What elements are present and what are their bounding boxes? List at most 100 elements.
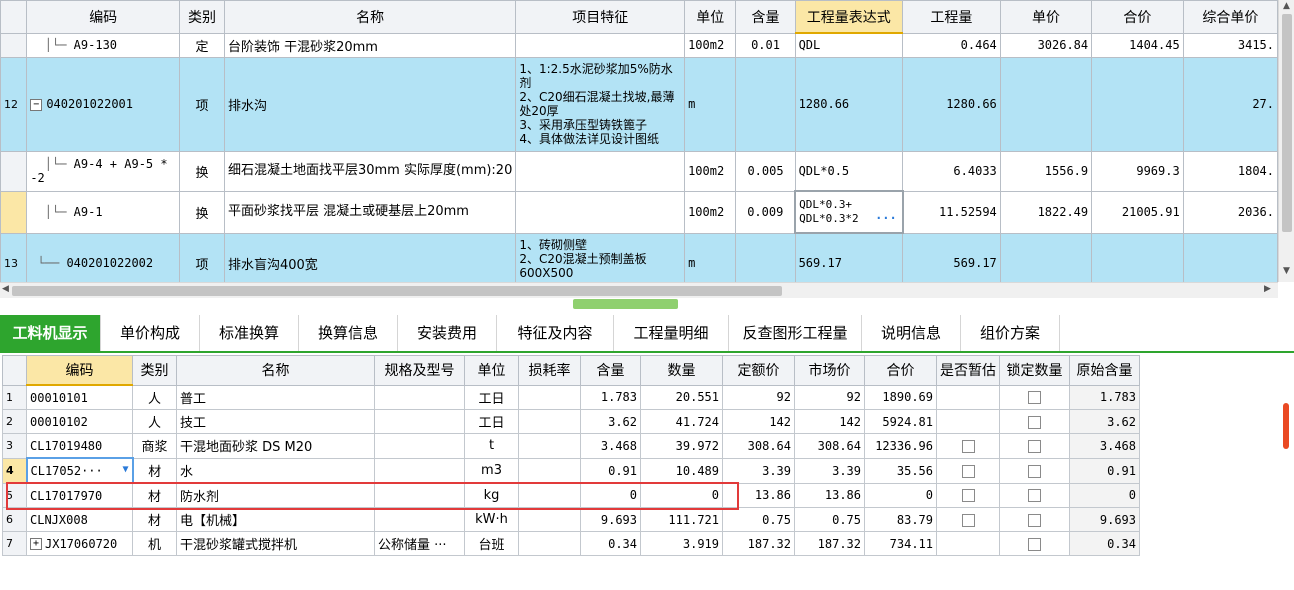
loss-cell[interactable] — [518, 433, 581, 459]
col-header-price[interactable]: 单价 — [999, 0, 1093, 34]
feature-cell[interactable] — [515, 190, 686, 234]
base-price-cell[interactable]: 0.75 — [722, 507, 795, 532]
lock-checkbox[interactable] — [1028, 537, 1041, 551]
amount-cell[interactable]: 6.4033 — [902, 150, 1001, 192]
lock-cell[interactable] — [999, 457, 1070, 484]
table-row[interactable]: │└─ A9-4 + A9-5 * -2 换 细石混凝土地面找平层30mm 实际… — [0, 150, 1278, 192]
type-cell[interactable]: 商浆 — [132, 433, 177, 459]
count-cell[interactable]: 41.724 — [640, 409, 723, 434]
qty-cell[interactable]: 0.005 — [735, 150, 796, 192]
horizontal-scrollbar[interactable]: ◀ ▶ — [0, 282, 1278, 298]
col-header-estimate[interactable]: 是否暂估 — [936, 355, 1000, 386]
expr-cell[interactable]: 569.17 — [794, 232, 904, 282]
total-cell[interactable] — [1091, 56, 1184, 152]
collapse-icon[interactable]: − — [30, 98, 43, 111]
col-header-name[interactable]: 名称 — [223, 0, 517, 34]
tab-quantity-details[interactable]: 工程量明细 — [614, 315, 729, 351]
tab-pricing-scheme[interactable]: 组价方案 — [961, 315, 1060, 351]
unit-cell[interactable]: 工日 — [464, 384, 519, 410]
name-cell[interactable]: 排水盲沟400宽 — [223, 232, 517, 282]
qty-cell[interactable]: 0.01 — [735, 32, 796, 58]
name-cell[interactable]: 干混砂浆罐式搅拌机 — [176, 531, 375, 556]
lock-checkbox[interactable] — [1028, 391, 1041, 405]
code-cell[interactable]: │└─ A9-1 — [26, 190, 181, 234]
total-cell[interactable]: 1890.69 — [864, 384, 937, 410]
unit-cell[interactable]: 100m2 — [684, 150, 737, 192]
base-price-cell[interactable]: 92 — [722, 384, 795, 410]
type-cell[interactable]: 机 — [132, 531, 177, 556]
total-cell[interactable]: 83.79 — [864, 507, 937, 532]
expr-cell[interactable]: QDL*0.5 — [794, 150, 904, 192]
count-cell[interactable]: 0 — [640, 482, 723, 508]
col-header-spec[interactable]: 规格及型号 — [374, 355, 465, 386]
col-header-amount[interactable]: 工程量 — [902, 0, 1001, 34]
col-header-code[interactable]: 编码 — [26, 0, 181, 34]
base-price-cell[interactable]: 142 — [722, 409, 795, 434]
code-cell[interactable]: 00010101 — [26, 384, 133, 410]
type-cell[interactable]: 人 — [132, 409, 177, 434]
market-price-cell[interactable]: 3.39 — [794, 457, 865, 484]
name-cell[interactable]: 防水剂 — [176, 482, 375, 508]
count-cell[interactable]: 10.489 — [640, 457, 723, 484]
unit-cell[interactable]: 100m2 — [684, 190, 737, 234]
scroll-up-icon[interactable]: ▲ — [1283, 1, 1290, 11]
market-price-cell[interactable]: 13.86 — [794, 482, 865, 508]
col-header-lock[interactable]: 锁定数量 — [999, 355, 1070, 386]
estimate-cell[interactable] — [936, 482, 1000, 508]
spec-cell[interactable] — [374, 409, 465, 434]
col-header-name[interactable]: 名称 — [176, 355, 375, 386]
col-header-expr[interactable]: 工程量表达式 — [794, 0, 904, 34]
total-cell[interactable]: 0 — [864, 482, 937, 508]
total-cell[interactable]: 12336.96 — [864, 433, 937, 459]
col-header-unit[interactable]: 单位 — [684, 0, 737, 34]
estimate-checkbox[interactable] — [961, 489, 975, 503]
qty-cell[interactable]: 3.62 — [580, 409, 641, 434]
unit-cell[interactable]: 工日 — [464, 409, 519, 434]
table-row[interactable]: 12 −040201022001 项 排水沟 1、1:2.5水泥砂浆加5%防水剂… — [0, 56, 1278, 152]
col-header-market-price[interactable]: 市场价 — [794, 355, 865, 386]
total-cell[interactable]: 1404.45 — [1091, 32, 1184, 58]
scroll-left-icon[interactable]: ◀ — [2, 284, 9, 294]
qty-cell[interactable]: 9.693 — [580, 507, 641, 532]
lock-checkbox[interactable] — [1028, 464, 1041, 478]
table-row[interactable]: 2 00010102 人技工 工日 3.62 41.724 142 142 5924.81 3.6… — [2, 409, 1140, 434]
qty-cell[interactable]: 3.468 — [580, 433, 641, 459]
count-cell[interactable]: 111.721 — [640, 507, 723, 532]
amount-cell[interactable]: 569.17 — [902, 232, 1001, 282]
price-cell[interactable] — [999, 56, 1093, 152]
estimate-cell[interactable] — [936, 384, 1000, 410]
lock-checkbox[interactable] — [1028, 439, 1041, 453]
unit-cell[interactable]: t — [464, 433, 519, 459]
type-cell[interactable]: 项 — [179, 56, 225, 152]
scroll-right-icon[interactable]: ▶ — [1264, 284, 1271, 294]
base-price-cell[interactable]: 3.39 — [722, 457, 795, 484]
tab-reverse-graphic-quantity[interactable]: 反查图形工程量 — [729, 315, 862, 351]
code-cell[interactable]: │└─ A9-130 — [26, 32, 181, 58]
name-cell[interactable]: 台阶装饰 干混砂浆20mm — [223, 32, 517, 58]
loss-cell[interactable] — [518, 531, 581, 556]
spec-cell[interactable] — [374, 507, 465, 532]
lock-cell[interactable] — [999, 433, 1070, 459]
col-header-comp[interactable]: 综合单价 — [1182, 0, 1278, 34]
type-cell[interactable]: 项 — [179, 232, 225, 282]
market-price-cell[interactable]: 142 — [794, 409, 865, 434]
lock-cell[interactable] — [999, 531, 1070, 556]
tab-conversion-info[interactable]: 换算信息 — [299, 315, 398, 351]
vertical-scroll-thumb[interactable] — [1282, 14, 1292, 232]
col-header-unit[interactable]: 单位 — [464, 355, 519, 386]
estimate-cell[interactable] — [936, 531, 1000, 556]
amount-cell[interactable]: 11.52594 — [902, 190, 1001, 234]
original-qty-cell[interactable]: 9.693 — [1069, 507, 1140, 532]
spec-cell[interactable] — [374, 433, 465, 459]
feature-cell[interactable]: 1、1:2.5水泥砂浆加5%防水剂 2、C20细石混凝土找坡,最薄处20厚 3、… — [515, 56, 686, 152]
qty-cell[interactable]: 1.783 — [580, 384, 641, 410]
name-cell[interactable]: 技工 — [176, 409, 375, 434]
tab-resource-display[interactable]: 工料机显示 — [0, 315, 101, 351]
panel-splitter-handle[interactable] — [573, 299, 678, 309]
table-row[interactable]: │└─ A9-130 定 台阶装饰 干混砂浆20mm 100m2 0.01 QD… — [0, 32, 1278, 58]
qty-cell[interactable] — [735, 56, 796, 152]
name-cell[interactable]: 水 — [176, 457, 375, 484]
base-price-cell[interactable]: 308.64 — [722, 433, 795, 459]
spec-cell[interactable] — [374, 482, 465, 508]
type-cell[interactable]: 材 — [132, 457, 177, 484]
